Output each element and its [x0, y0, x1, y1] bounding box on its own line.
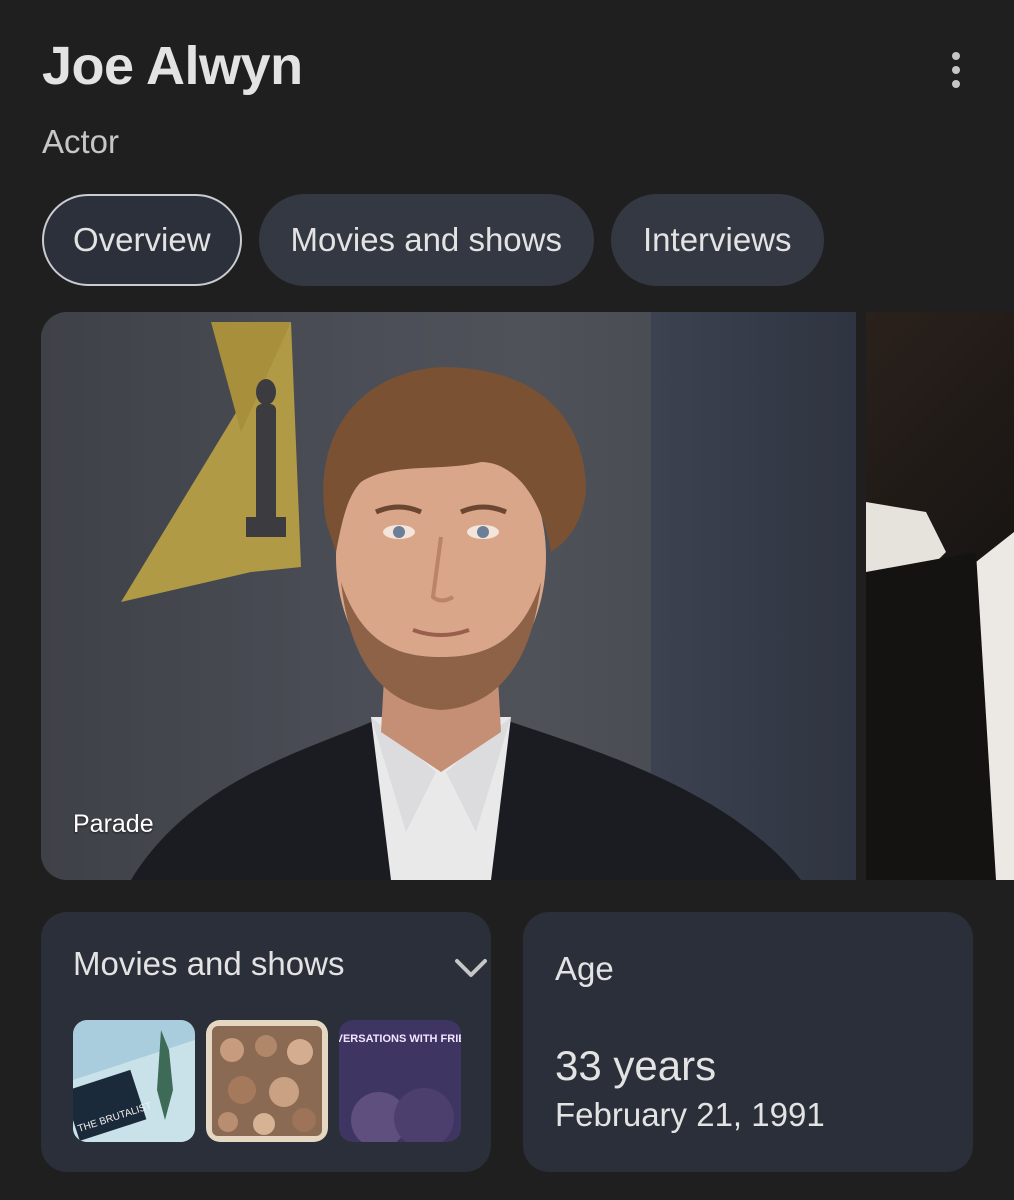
age-card[interactable]: Age 33 years February 21, 1991: [523, 912, 973, 1172]
movie-thumbnail[interactable]: THE BRUTALIST: [73, 1020, 195, 1142]
page-title: Joe Alwyn: [42, 36, 303, 96]
poster-text: CONVERSATIONS WITH FRIENDS: [339, 1033, 461, 1045]
movies-card-title: Movies and shows: [73, 945, 345, 982]
movie-thumbnail[interactable]: CONVERSATIONS WITH FRIENDS: [339, 1020, 461, 1142]
age-value: 33 years: [555, 1042, 717, 1089]
movie-thumbnails: THE BRUTALIST VERSATIONS WITH FRI: [73, 1020, 461, 1142]
movies-and-shows-card[interactable]: Movies and shows THE BRUTALIST VERSATION…: [41, 912, 491, 1172]
more-vert-icon: [952, 52, 960, 60]
photo-source-caption: Parade: [73, 810, 154, 838]
more-options-button[interactable]: [930, 44, 982, 96]
more-vert-icon-dot: [952, 80, 960, 88]
next-photo-illustration: [866, 502, 1014, 880]
tab-bar: Overview Movies and shows Interviews: [42, 194, 824, 286]
conversations-poster: CONVERSATIONS WITH FRIENDS: [339, 1020, 461, 1142]
main-photo[interactable]: Parade: [41, 312, 856, 880]
collage-poster: [206, 1020, 328, 1142]
tab-overview[interactable]: Overview: [42, 194, 242, 286]
knowledge-panel: Joe Alwyn Actor Overview Movies and show…: [0, 0, 1014, 1200]
birth-date: February 21, 1991: [555, 1096, 825, 1133]
tab-interviews[interactable]: Interviews: [611, 194, 824, 286]
more-vert-icon-dot: [952, 66, 960, 74]
tab-movies-and-shows[interactable]: Movies and shows: [258, 194, 594, 286]
movie-thumbnail[interactable]: [206, 1020, 328, 1142]
next-photo[interactable]: [866, 312, 1014, 880]
page-subtitle: Actor: [42, 123, 120, 160]
age-card-title: Age: [555, 950, 614, 987]
chevron-down-icon[interactable]: [453, 954, 489, 982]
brutalist-poster: THE BRUTALIST: [73, 1020, 195, 1142]
portrait-illustration: [121, 322, 801, 880]
